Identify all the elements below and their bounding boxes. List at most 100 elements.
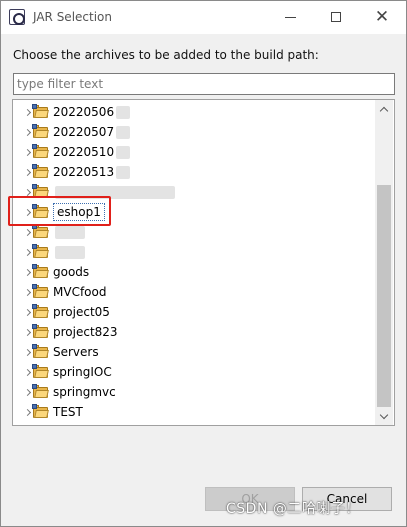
- tree-item-label-box: 20220507: [53, 125, 114, 139]
- vertical-scrollbar[interactable]: [375, 100, 393, 425]
- tree-item-label: goods: [53, 265, 90, 279]
- expand-chevron-icon[interactable]: [13, 142, 33, 162]
- tree-item-label: 20220513: [53, 165, 115, 179]
- tree-item[interactable]: project05: [13, 302, 375, 322]
- project-folder-icon: [32, 244, 49, 259]
- tree-item-label-box: 20220510: [53, 145, 114, 159]
- expand-chevron-icon[interactable]: [13, 322, 33, 342]
- tree-item-label: project823: [53, 325, 118, 339]
- expand-chevron-icon[interactable]: [13, 402, 33, 422]
- title-bar: JAR Selection ✕: [1, 1, 406, 34]
- project-folder-icon: [32, 204, 49, 219]
- window-title: JAR Selection: [33, 10, 112, 24]
- instructions-label: Choose the archives to be added to the b…: [13, 48, 319, 62]
- minimize-button[interactable]: [267, 1, 313, 33]
- project-folder-icon: [32, 364, 49, 379]
- tree-item-label-box: TEST: [53, 405, 83, 419]
- tree-list: 20220506 20220507 20220510 20220513 eshop1 go…: [13, 102, 375, 422]
- expand-chevron-icon[interactable]: [13, 122, 33, 142]
- tree-item-label-box: project05: [53, 305, 110, 319]
- expand-chevron-icon[interactable]: [13, 282, 33, 302]
- tree-item[interactable]: 20220510: [13, 142, 375, 162]
- tree-item-label-box: springmvc: [53, 385, 116, 399]
- tree-item[interactable]: [13, 182, 375, 202]
- expand-chevron-icon[interactable]: [13, 342, 33, 362]
- tree-item[interactable]: goods: [13, 262, 375, 282]
- expand-chevron-icon[interactable]: [13, 382, 33, 402]
- tree-item[interactable]: [13, 242, 375, 262]
- expand-chevron-icon[interactable]: [13, 242, 33, 262]
- tree-item-label: project05: [53, 305, 110, 319]
- project-folder-icon: [32, 164, 49, 179]
- expand-chevron-icon[interactable]: [13, 102, 33, 122]
- maximize-icon: [331, 12, 341, 22]
- redaction-blur: [55, 185, 175, 199]
- minimize-icon: [284, 16, 296, 18]
- redaction-blur: [55, 245, 85, 259]
- project-folder-icon: [32, 384, 49, 399]
- chevron-down-icon: [379, 410, 389, 419]
- tree-item[interactable]: 20220506: [13, 102, 375, 122]
- tree-item-label: 20220510: [53, 145, 115, 159]
- tree-item-label: MVCfood: [53, 285, 107, 299]
- maximize-button[interactable]: [313, 1, 359, 33]
- redaction-blur: [116, 125, 131, 139]
- redaction-blur: [55, 225, 85, 239]
- tree-item[interactable]: springmvc: [13, 382, 375, 402]
- redaction-blur: [116, 165, 131, 179]
- expand-chevron-icon[interactable]: [13, 362, 33, 382]
- expand-chevron-icon[interactable]: [13, 162, 33, 182]
- tree-item-label: Servers: [53, 345, 99, 359]
- close-icon: ✕: [374, 6, 390, 27]
- tree-item[interactable]: eshop1: [13, 202, 375, 222]
- project-folder-icon: [32, 304, 49, 319]
- tree-item-label-box: eshop1: [53, 203, 105, 221]
- project-folder-icon: [32, 224, 49, 239]
- tree-item[interactable]: springIOC: [13, 362, 375, 382]
- chevron-up-icon: [379, 106, 389, 115]
- tree-item-label-box: 20220513: [53, 165, 114, 179]
- close-button[interactable]: ✕: [359, 1, 405, 33]
- project-folder-icon: [32, 344, 49, 359]
- tree-item[interactable]: TEST: [13, 402, 375, 422]
- tree-item-label: springmvc: [53, 385, 116, 399]
- eclipse-icon: [9, 9, 25, 25]
- expand-chevron-icon[interactable]: [13, 302, 33, 322]
- expand-chevron-icon[interactable]: [13, 222, 33, 242]
- tree-item-label-box: Servers: [53, 345, 99, 359]
- scrollbar-thumb[interactable]: [377, 185, 391, 407]
- project-folder-icon: [32, 264, 49, 279]
- scroll-down-arrow[interactable]: [375, 408, 393, 425]
- tree-item-label-box: goods: [53, 265, 89, 279]
- expand-chevron-icon[interactable]: [13, 202, 33, 222]
- tree-item[interactable]: 20220513: [13, 162, 375, 182]
- tree-item-label: TEST: [53, 405, 83, 419]
- tree-item[interactable]: [13, 222, 375, 242]
- tree-item[interactable]: project823: [13, 322, 375, 342]
- project-folder-icon: [32, 124, 49, 139]
- scroll-up-arrow[interactable]: [375, 100, 393, 117]
- project-folder-icon: [32, 104, 49, 119]
- tree-item-label-box: MVCfood: [53, 285, 106, 299]
- expand-chevron-icon[interactable]: [13, 262, 33, 282]
- tree-item-label: 20220506: [53, 105, 115, 119]
- redaction-blur: [116, 145, 131, 159]
- tree-item-label-box: springIOC: [53, 365, 112, 379]
- tree-item-label: 20220507: [53, 125, 115, 139]
- watermark: CSDN @二哈喇子！: [226, 501, 360, 517]
- project-folder-icon: [32, 324, 49, 339]
- tree-item[interactable]: MVCfood: [13, 282, 375, 302]
- tree-item-label: springIOC: [53, 365, 112, 379]
- project-folder-icon: [32, 184, 49, 199]
- jar-selection-dialog: JAR Selection ✕ Choose the archives to b…: [0, 0, 407, 527]
- tree-item-label-box: project823: [53, 325, 118, 339]
- tree-item[interactable]: Servers: [13, 342, 375, 362]
- project-folder-icon: [32, 284, 49, 299]
- tree-item-label-box: 20220506: [53, 105, 114, 119]
- expand-chevron-icon[interactable]: [13, 182, 33, 202]
- tree-item-label: eshop1: [57, 205, 101, 219]
- filter-input[interactable]: [13, 73, 395, 95]
- tree-item[interactable]: 20220507: [13, 122, 375, 142]
- project-folder-icon: [32, 404, 49, 419]
- project-tree[interactable]: 20220506 20220507 20220510 20220513 eshop1 go…: [12, 99, 395, 426]
